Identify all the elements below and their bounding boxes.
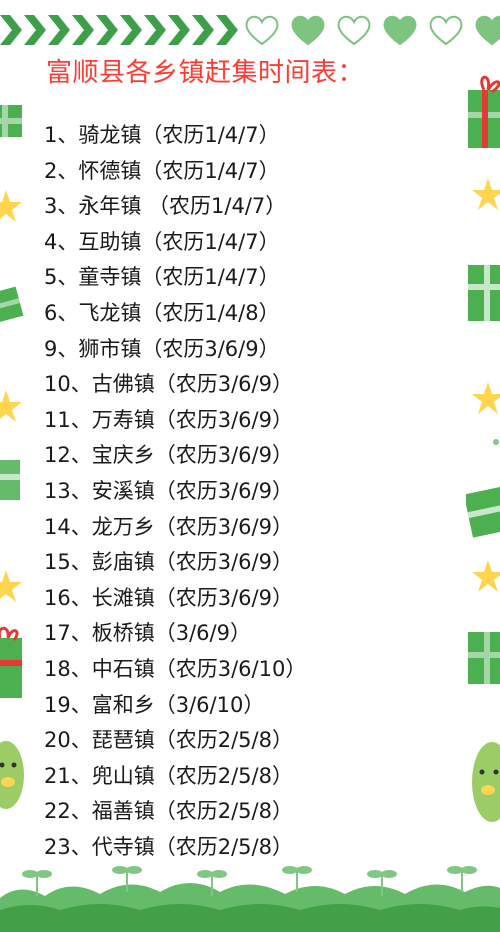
star-icon (472, 382, 500, 414)
star-icon (0, 190, 22, 222)
list-item: 20、琵琶镇（农历2/5/8） (44, 728, 293, 753)
list-item: 22、福善镇（农历2/5/8） (44, 799, 293, 824)
list-item: 14、龙万乡（农历3/6/9） (44, 514, 293, 539)
star-icon (0, 390, 22, 422)
hearts-row-icon (245, 15, 500, 46)
star-icon (472, 560, 500, 592)
list-item: 15、彭庙镇（农历3/6/9） (44, 550, 293, 575)
gift-box-icon (0, 460, 20, 500)
market-schedule-list: 1、骑龙镇（农历1/4/7） 2、怀德镇（农历1/4/7） 3、永年镇 （农历1… (44, 118, 306, 865)
top-decoration-bar (0, 0, 500, 60)
list-item: 6、飞龙镇（农历1/4/8） (44, 300, 280, 325)
left-border-decoration (0, 60, 26, 860)
gift-box-icon (0, 626, 22, 698)
dot-icon (493, 439, 499, 445)
list-item: 21、兜山镇（农历2/5/8） (44, 763, 293, 788)
list-item: 9、狮市镇（农历3/6/9） (44, 336, 280, 361)
star-icon (0, 570, 22, 602)
gift-box-icon (468, 265, 500, 321)
gift-box-icon (0, 286, 24, 324)
list-item: 12、宝庆乡（农历3/6/9） (44, 443, 293, 468)
pea-character-icon (0, 741, 24, 809)
sprout-icon (22, 866, 477, 878)
chevron-pattern-icon (0, 15, 238, 45)
list-item: 11、万寿镇（农历3/6/9） (44, 407, 293, 432)
list-item: 5、童寺镇（农历1/4/7） (44, 265, 280, 290)
pea-character-icon (472, 742, 500, 822)
list-item: 3、永年镇 （农历1/4/7） (44, 194, 287, 219)
list-item: 18、中石镇（农历3/6/10） (44, 656, 307, 681)
star-icon (472, 178, 500, 210)
gift-box-icon (0, 105, 22, 137)
gift-box-icon (468, 75, 500, 148)
list-item: 19、富和乡（3/6/10） (44, 692, 265, 717)
gift-box-icon (466, 486, 500, 538)
list-item: 1、骑龙镇（农历1/4/7） (44, 123, 280, 147)
list-item: 23、代寺镇（农历2/5/8） (44, 834, 293, 859)
list-item: 10、古佛镇（农历3/6/9） (44, 372, 293, 397)
right-border-decoration (466, 60, 500, 860)
list-item: 17、板桥镇（3/6/9） (44, 621, 251, 646)
page-title: 富顺县各乡镇赶集时间表： (46, 58, 365, 88)
list-item: 13、安溪镇（农历3/6/9） (44, 478, 293, 503)
list-item: 2、怀德镇（农历1/4/7） (44, 158, 280, 183)
gift-box-icon (468, 632, 500, 684)
list-item: 4、互助镇（农历1/4/7） (44, 229, 280, 254)
list-item: 16、长滩镇（农历3/6/9） (44, 585, 293, 610)
